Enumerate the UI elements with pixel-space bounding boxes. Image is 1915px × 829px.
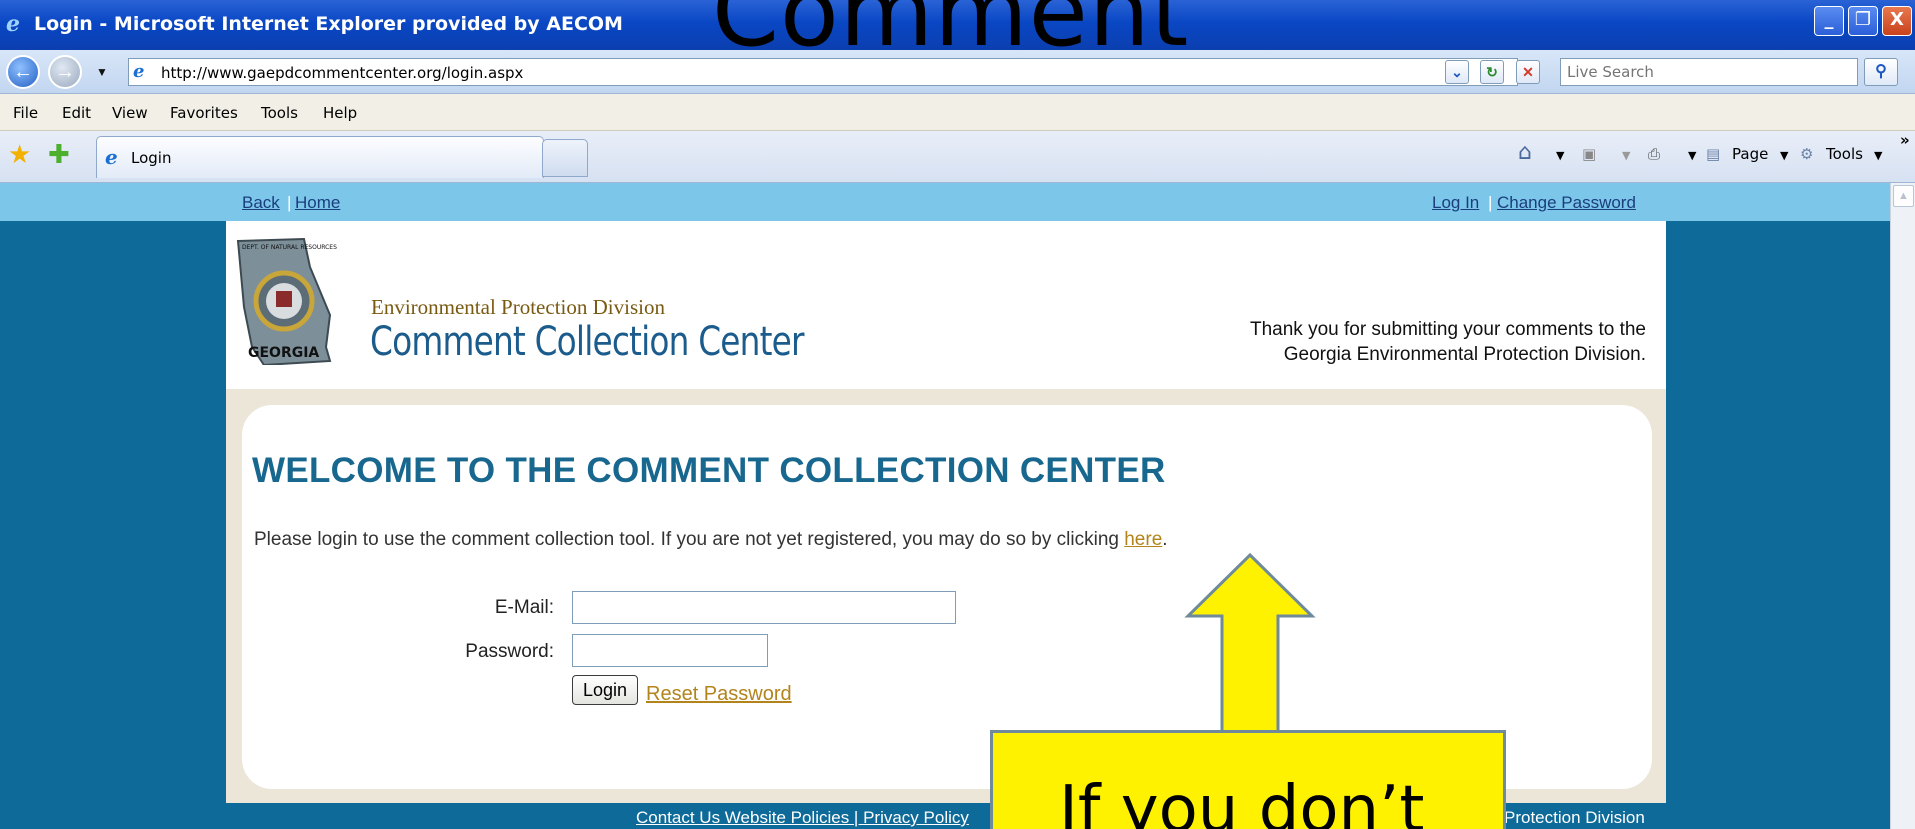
thanks-line-2: Georgia Environmental Protection Divisio…	[1283, 344, 1646, 365]
tab-page-icon: e	[105, 145, 118, 169]
page-menu[interactable]: Page	[1732, 145, 1768, 163]
site-header: DEPT. OF NATURAL RESOURCES GEORGIA Envir…	[226, 221, 1666, 389]
intro-period: .	[1162, 529, 1168, 550]
overlay-heading: Comment	[712, 0, 1190, 68]
callout-arrow-icon	[1184, 552, 1316, 734]
menu-view[interactable]: View	[112, 104, 148, 122]
ie-logo-icon: e	[6, 11, 20, 37]
home-link[interactable]: Home	[295, 193, 340, 213]
url-text: http://www.gaepdcommentcenter.org/login.…	[161, 64, 524, 82]
vertical-scrollbar[interactable]: ▲	[1890, 183, 1915, 829]
password-label: Password:	[465, 641, 554, 662]
callout-text: If you don’t	[1059, 773, 1425, 829]
print-dropdown-icon[interactable]: ▼	[1688, 149, 1696, 162]
password-field[interactable]	[572, 634, 768, 667]
search-icon[interactable]: ⚲	[1864, 58, 1898, 86]
nav-separator: |	[1488, 193, 1493, 212]
georgia-dnr-seal-icon: DEPT. OF NATURAL RESOURCES GEORGIA	[236, 237, 337, 365]
page-dropdown-icon[interactable]: ▼	[1780, 149, 1788, 162]
restore-button[interactable]: ❐	[1848, 6, 1878, 36]
feeds-icon[interactable]: ▣	[1582, 145, 1596, 163]
menu-bar: File Edit View Favorites Tools Help	[0, 94, 1915, 131]
tab-bar: ★ ✚ e Login ⌂ ▼ ▣ ▼ ⎙ ▼ ▤ Page ▼ ⚙ Tools…	[0, 131, 1915, 183]
seal-georgia-text: GEORGIA	[248, 345, 319, 361]
window-title: Login - Microsoft Internet Explorer prov…	[34, 13, 623, 35]
page-menu-icon: ▤	[1706, 145, 1721, 163]
close-button[interactable]: X	[1882, 6, 1912, 36]
refresh-icon[interactable]: ↻	[1480, 60, 1504, 84]
change-password-link[interactable]: Change Password	[1497, 193, 1636, 213]
minimize-button[interactable]: _	[1814, 6, 1844, 36]
register-here-link[interactable]: here	[1124, 529, 1162, 550]
address-dropdown-icon[interactable]: ⌄	[1445, 60, 1469, 84]
menu-tools[interactable]: Tools	[261, 104, 298, 122]
menu-favorites[interactable]: Favorites	[170, 104, 238, 122]
intro-text: Please login to use the comment collecti…	[254, 529, 1168, 551]
footer-division-text: Protection Division	[1504, 808, 1645, 827]
menu-file[interactable]: File	[13, 104, 38, 122]
back-arrow-icon[interactable]: ←	[6, 55, 40, 89]
thanks-line-1: Thank you for submitting your comments t…	[1249, 319, 1646, 340]
division-name: Environmental Protection Division	[371, 295, 665, 319]
email-field[interactable]	[572, 591, 956, 624]
login-link[interactable]: Log In	[1432, 193, 1479, 213]
tools-gear-icon: ⚙	[1800, 145, 1814, 163]
forward-arrow-icon[interactable]: →	[48, 55, 82, 89]
site-title: Comment Collection Center	[370, 319, 805, 365]
tab-login[interactable]: e Login	[96, 136, 544, 178]
favorites-star-icon[interactable]: ★	[8, 139, 31, 170]
login-button[interactable]: Login	[572, 675, 638, 705]
feeds-dropdown-icon[interactable]: ▼	[1622, 149, 1630, 162]
tools-menu[interactable]: Tools	[1826, 145, 1863, 163]
page-title: WELCOME TO THE COMMENT COLLECTION CENTER	[252, 451, 1166, 490]
new-tab-button[interactable]	[542, 139, 588, 177]
reset-password-link[interactable]: Reset Password	[646, 683, 792, 706]
home-icon[interactable]: ⌂	[1518, 140, 1532, 165]
tools-dropdown-icon[interactable]: ▼	[1874, 149, 1882, 162]
back-link[interactable]: Back	[242, 193, 280, 213]
home-dropdown-icon[interactable]: ▼	[1556, 149, 1564, 162]
menu-edit[interactable]: Edit	[62, 104, 91, 122]
site-nav-bar: Back | Home Log In | Change Password	[0, 183, 1890, 221]
page-icon: e	[133, 61, 145, 82]
print-icon[interactable]: ⎙	[1648, 145, 1660, 163]
menu-help[interactable]: Help	[323, 104, 357, 122]
add-favorites-icon[interactable]: ✚	[48, 139, 70, 170]
intro-sentence: Please login to use the comment collecti…	[254, 529, 1125, 550]
search-input[interactable]	[1561, 59, 1857, 85]
history-dropdown-icon[interactable]: ▼	[96, 65, 108, 79]
thanks-message: Thank you for submitting your comments t…	[1250, 317, 1646, 367]
seal-top-text: DEPT. OF NATURAL RESOURCES	[242, 244, 337, 251]
footer-links[interactable]: Contact Us Website Policies | Privacy Po…	[636, 808, 969, 828]
chevron-more-icon[interactable]: »	[1900, 131, 1910, 149]
email-label: E-Mail:	[494, 597, 554, 618]
stop-icon[interactable]: ✕	[1516, 60, 1540, 84]
tab-label: Login	[131, 149, 172, 167]
search-field[interactable]	[1560, 58, 1858, 86]
callout-box: If you don’t	[990, 730, 1506, 829]
scroll-up-icon[interactable]: ▲	[1893, 185, 1914, 207]
nav-separator: |	[287, 193, 292, 212]
